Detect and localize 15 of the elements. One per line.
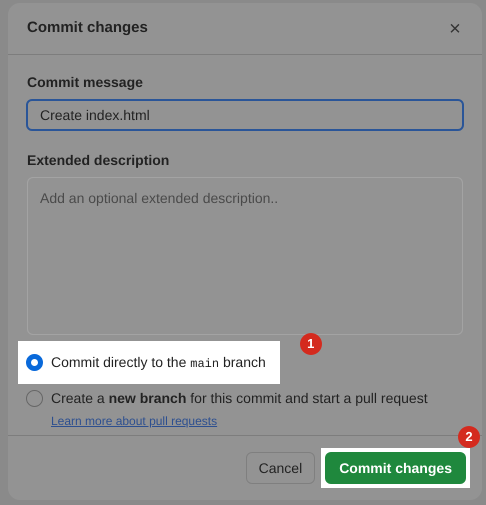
number-badge: 1 (300, 333, 322, 355)
description-field[interactable]: Add an optional extended description.. (27, 177, 463, 335)
close-button[interactable]: × (447, 18, 463, 38)
dialog-title: Commit changes (27, 18, 148, 38)
option-label: Create a new branch for this commit and start a pull request (51, 389, 428, 408)
field-label: Commit message (26, 73, 144, 92)
option-label: Commit directly to the main branch (51, 353, 266, 373)
field-label: Extended description (26, 151, 170, 170)
cancel-button[interactable]: Cancel (246, 452, 316, 484)
learn-more-link[interactable]: Learn more about pull requests (51, 412, 428, 430)
radio-button[interactable] (26, 390, 43, 407)
radio-button[interactable] (26, 354, 43, 371)
commit-button[interactable]: Commit changes (325, 452, 466, 484)
commit-message-input[interactable]: Create index.html (26, 99, 464, 131)
number-badge: 2 (458, 426, 480, 448)
